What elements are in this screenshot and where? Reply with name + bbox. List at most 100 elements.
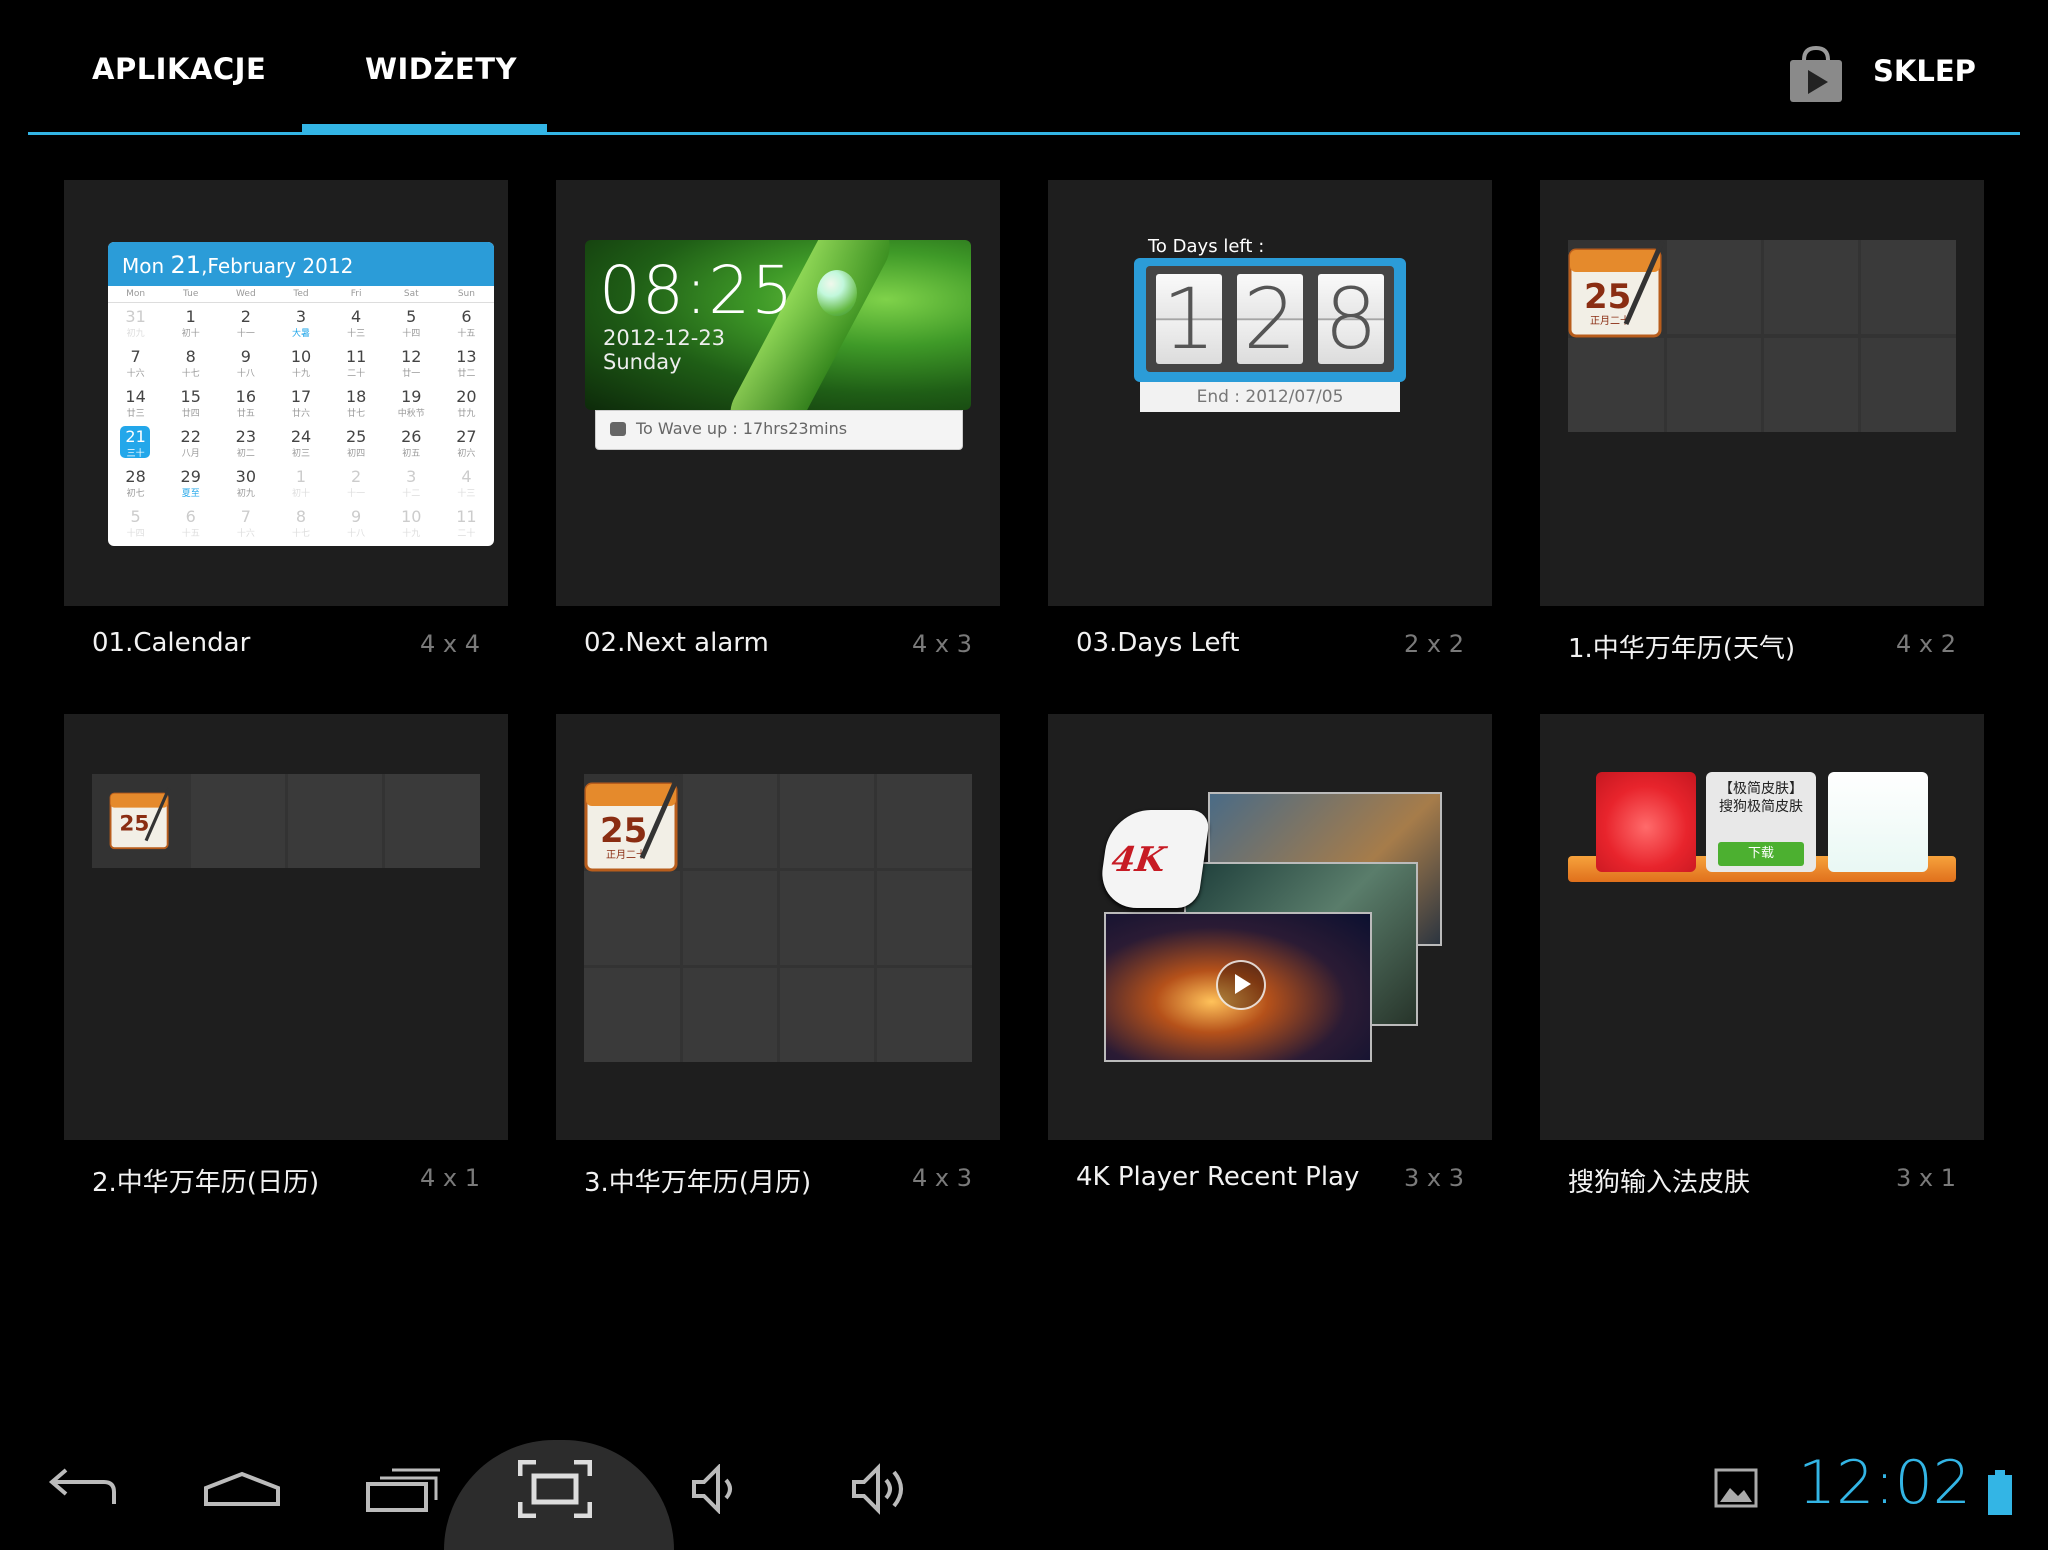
- widget-name: 2.中华万年历(日历): [92, 1168, 320, 1198]
- alarm-background-image: 08:25 2012-12-23 Sunday: [585, 240, 971, 410]
- battery-icon: [1988, 1470, 2012, 1515]
- calendar-day: 4 十三: [347, 307, 366, 339]
- widget-caption: 03.Days Left 2 x 2: [1048, 628, 1492, 668]
- calendar-day: 8 十七: [181, 347, 200, 379]
- calendar-day: 26 初五: [401, 427, 422, 459]
- back-button[interactable]: [30, 1440, 140, 1536]
- calendar-day: 2 十一: [236, 307, 255, 339]
- 4k-player-preview: 4K: [1097, 792, 1444, 1082]
- screenshot-icon: [518, 1460, 592, 1518]
- system-navigation-bar: 12:02: [0, 1440, 2048, 1550]
- calendar-day: 20 廿九: [456, 387, 477, 419]
- calendar-day: 10 十九: [401, 507, 422, 539]
- calendar-day: 9 十八: [236, 347, 255, 379]
- volume-down-icon: [692, 1464, 732, 1514]
- calendar-day: 23 初二: [235, 427, 257, 459]
- alarm-time: 08:25: [599, 252, 795, 329]
- widget-card-4k-player[interactable]: 4K: [1048, 714, 1492, 1140]
- widget-name: 1.中华万年历(天气): [1568, 634, 1796, 664]
- widget-size: 2 x 2: [1404, 630, 1464, 658]
- back-icon: [48, 1468, 116, 1504]
- calendar-weekday: Mon: [126, 289, 146, 299]
- widget-card-cn-calendar-day[interactable]: 25: [64, 714, 508, 1140]
- calendar-weekday: Wed: [236, 289, 256, 299]
- 4k-logo: 4K: [1097, 810, 1211, 908]
- calendar-day: 25 初四: [345, 427, 367, 459]
- calendar-day: 10 十九: [290, 347, 312, 379]
- calendar-day: 9 十八: [347, 507, 366, 539]
- calendar-days-grid: 31 初九 1 初十 2 十一 3 大暑 4 十三 5 十四 6 十五 7 十六 8 十七 9 十八 10 十九 11 二十 1…: [108, 303, 494, 543]
- widget-card-next-alarm[interactable]: 08:25 2012-12-23 Sunday To Wave up : 17hr…: [556, 180, 1000, 606]
- widget-caption: 3.中华万年历(月历) 4 x 3: [556, 1162, 1000, 1202]
- widget-card-days-left[interactable]: To Days left : 1 2 8 End : 2012/07/05: [1048, 180, 1492, 606]
- calendar-day: 8 十七: [291, 507, 310, 539]
- tab-divider: [28, 132, 2020, 135]
- calendar-day: 1 初十: [291, 467, 310, 499]
- skin-thumbnail: 【极简皮肤】 搜狗极简皮肤 下载: [1706, 772, 1816, 872]
- status-clock: 12:02: [1798, 1448, 1971, 1518]
- svg-text:25: 25: [1584, 277, 1631, 317]
- screenshot-button[interactable]: [500, 1440, 610, 1536]
- calendar-day: 3 十二: [402, 467, 421, 499]
- calendar-day: 3 大暑: [291, 307, 310, 339]
- days-left-preview: To Days left : 1 2 8 End : 2012/07/05: [1134, 236, 1406, 416]
- widget-size: 3 x 1: [1896, 1164, 1956, 1192]
- widget-card-cn-calendar-weather[interactable]: 25 正月二十: [1540, 180, 1984, 606]
- recents-button[interactable]: [350, 1440, 460, 1536]
- widget-size: 3 x 3: [1404, 1164, 1464, 1192]
- calendar-day: 12 廿一: [401, 347, 422, 379]
- days-left-digit: 1: [1156, 274, 1222, 364]
- widget-caption: 4K Player Recent Play 3 x 3: [1048, 1162, 1492, 1202]
- alarm-date: 2012-12-23 Sunday: [603, 326, 726, 374]
- gallery-icon: [1714, 1468, 1758, 1508]
- play-icon: [1216, 960, 1266, 1010]
- shopping-bag-play-icon: [1790, 46, 1842, 102]
- calendar-day: 11 二十: [345, 347, 367, 379]
- calendar-weekday: Tue: [183, 289, 199, 299]
- widget-name: 4K Player Recent Play: [1076, 1162, 1360, 1192]
- calendar-day: 17 廿六: [290, 387, 312, 419]
- calendar-day: 31 初九: [125, 307, 146, 339]
- volume-up-button[interactable]: [840, 1440, 930, 1536]
- calendar-day: 5 十四: [402, 307, 421, 339]
- calendar-day: 6 十五: [457, 307, 476, 339]
- svg-text:正月二十: 正月二十: [606, 848, 646, 861]
- widget-card-sogou-skin[interactable]: 【极简皮肤】 搜狗极简皮肤 下载: [1540, 714, 1984, 1140]
- widget-name: 搜狗输入法皮肤: [1568, 1168, 1751, 1198]
- tab-applications[interactable]: APLIKACJE: [92, 52, 266, 86]
- alarm-preview: 08:25 2012-12-23 Sunday To Wave up : 17hr…: [585, 240, 971, 450]
- cn-calendar-icon: 25: [109, 787, 171, 850]
- store-button[interactable]: SKLEP: [1788, 40, 2048, 110]
- volume-up-icon: [852, 1463, 903, 1515]
- calendar-day: 14 廿三: [125, 387, 146, 419]
- volume-down-button[interactable]: [680, 1440, 760, 1536]
- calendar-weekday: Ted: [293, 289, 309, 299]
- calendar-day: 30 初九: [235, 467, 257, 499]
- home-button[interactable]: [190, 1440, 300, 1536]
- widget-card-calendar[interactable]: Mon 21,February 2012 Mon Tue Wed Ted Fri Sat S…: [64, 180, 508, 606]
- tab-widgets[interactable]: WIDŻETY: [365, 52, 517, 86]
- alarm-wake-text: To Wave up : 17hrs23mins: [636, 419, 848, 438]
- cn-calendar-icon: 25 正月二十: [1568, 240, 1665, 338]
- download-button: 下载: [1718, 842, 1804, 866]
- calendar-day: 21 三十: [108, 423, 163, 463]
- calendar-weekday-row: Mon Tue Wed Ted Fri Sat Sun: [108, 286, 494, 303]
- tab-bar: APLIKACJE WIDŻETY SKLEP: [0, 0, 2048, 140]
- svg-text:25: 25: [600, 811, 647, 851]
- alarm-clock-icon: [610, 422, 626, 436]
- sogou-skin-preview: 【极简皮肤】 搜狗极简皮肤 下载: [1568, 772, 1958, 902]
- calendar-day: 13 廿二: [456, 347, 477, 379]
- calendar-day: 15 廿四: [180, 387, 201, 419]
- calendar-day: 16 廿五: [235, 387, 257, 419]
- widget-caption: 01.Calendar 4 x 4: [64, 628, 508, 668]
- widget-card-cn-calendar-month[interactable]: 25 正月二十: [556, 714, 1000, 1140]
- calendar-day: 22 八月: [180, 427, 201, 459]
- widget-size: 4 x 2: [1896, 630, 1956, 658]
- calendar-day: 2 十一: [347, 467, 366, 499]
- widget-size: 4 x 3: [912, 630, 972, 658]
- widget-name: 02.Next alarm: [584, 628, 769, 658]
- widget-size: 4 x 1: [420, 1164, 480, 1192]
- widget-caption: 02.Next alarm 4 x 3: [556, 628, 1000, 668]
- alarm-wake-bar: To Wave up : 17hrs23mins: [595, 410, 963, 450]
- days-left-title: To Days left :: [1148, 236, 1265, 257]
